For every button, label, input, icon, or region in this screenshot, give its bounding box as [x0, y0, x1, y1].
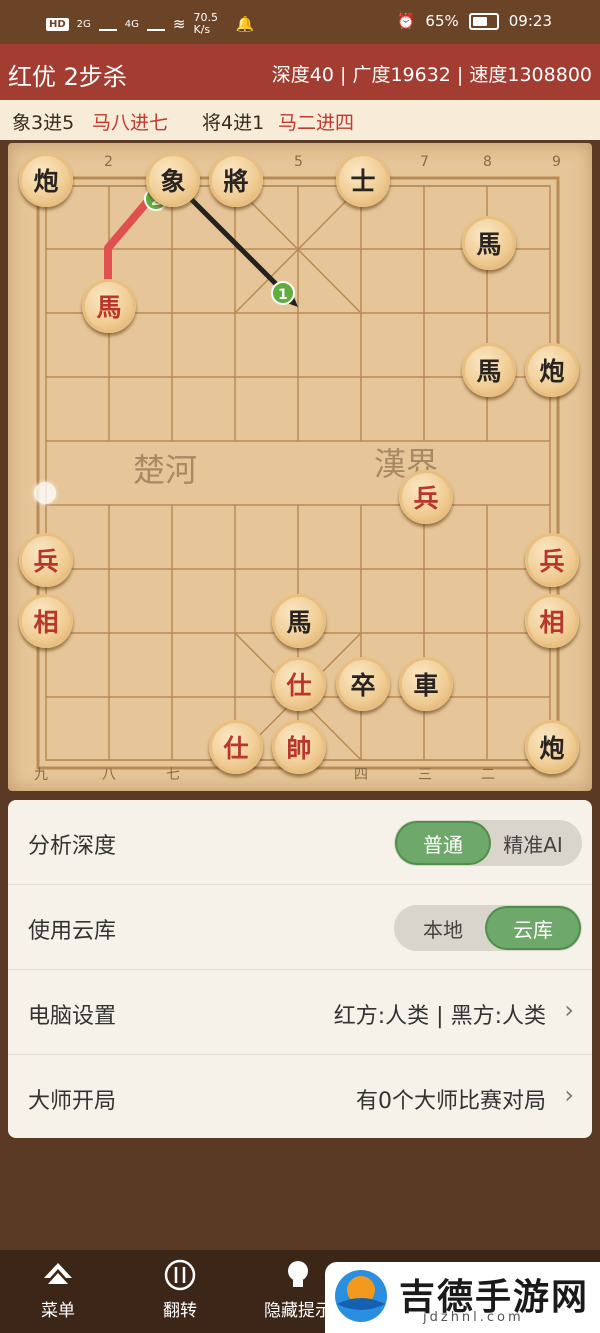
red-elephant[interactable]: 相 [525, 594, 579, 648]
site-watermark: 吉德手游网 jdzhnl.com [325, 1262, 600, 1333]
chevron-right-icon: › [564, 1081, 574, 1109]
computer-settings-label: 电脑设置 [28, 1004, 117, 1029]
master-openings-value: 有0个大师比赛对局 [356, 1089, 546, 1114]
move-3[interactable]: 将4进1 [202, 108, 264, 135]
black-cannon[interactable]: 炮 [19, 153, 73, 207]
battery-icon [468, 12, 499, 30]
move-2[interactable]: 马八进七 [92, 108, 168, 135]
lightbulb-icon [288, 1261, 308, 1287]
menu-icon [44, 1263, 72, 1284]
black-pawn[interactable]: 卒 [336, 657, 390, 711]
file-number-bottom: 三 [418, 767, 432, 783]
depth-normal-option[interactable]: 普通 [397, 823, 489, 863]
cloud-library-label: 使用云库 [28, 919, 117, 944]
depth-precise-ai-option[interactable]: 精准AI [487, 823, 579, 863]
hd-indicator: HD [46, 17, 69, 31]
analysis-depth-row: 分析深度 普通 精准AI [8, 800, 592, 885]
file-number-top: 2 [104, 154, 113, 170]
analysis-depth-label: 分析深度 [28, 834, 117, 859]
move-4[interactable]: 马二进四 [278, 108, 354, 135]
alarm-icon: ⏰ [396, 12, 416, 30]
red-general[interactable]: 帥 [272, 720, 326, 774]
move-sequence: 象3进5 马八进七 将4进1 马二进四 [0, 100, 600, 140]
search-stats: 深度40 | 广度19632 | 速度1308800 [271, 64, 592, 86]
clock: 09:23 [508, 12, 552, 30]
notification-bell-icon: 🔔 [235, 15, 255, 33]
master-openings-row[interactable]: 大师开局 有0个大师比赛对局 › [8, 1055, 592, 1139]
file-number-bottom: 七 [166, 767, 180, 783]
black-horse[interactable]: 馬 [272, 594, 326, 648]
title-bar: 红优 2步杀 深度40 | 广度19632 | 速度1308800 [0, 44, 600, 100]
file-number-bottom: 八 [102, 767, 116, 783]
black-horse[interactable]: 馬 [462, 343, 516, 397]
flip-button[interactable]: 翻转 [140, 1258, 220, 1321]
battery-percent: 65% [425, 12, 459, 30]
cloud-library-toggle[interactable]: 本地 云库 [394, 905, 582, 951]
watermark-url: jdzhnl.com [423, 1310, 524, 1325]
red-soldier[interactable]: 兵 [525, 533, 579, 587]
cloud-option[interactable]: 云库 [487, 908, 579, 948]
black-advisor[interactable]: 士 [336, 153, 390, 207]
floating-assist-button[interactable] [34, 482, 56, 504]
menu-button[interactable]: 菜单 [18, 1258, 98, 1321]
black-cannon[interactable]: 炮 [525, 343, 579, 397]
black-general[interactable]: 將 [209, 153, 263, 207]
signal-icon [98, 17, 117, 31]
cloud-library-row: 使用云库 本地 云库 [8, 885, 592, 970]
sim2-label: 4G [124, 18, 139, 30]
sim1-label: 2G [76, 18, 91, 30]
river-left-text: 楚河 [133, 451, 197, 489]
black-chariot[interactable]: 車 [399, 657, 453, 711]
red-horse[interactable]: 馬 [82, 279, 136, 333]
local-option[interactable]: 本地 [397, 908, 489, 948]
chevron-right-icon: › [564, 996, 574, 1024]
red-advisor[interactable]: 仕 [272, 657, 326, 711]
black-horse[interactable]: 馬 [462, 216, 516, 270]
file-number-bottom: 二 [481, 767, 495, 783]
red-elephant[interactable]: 相 [19, 594, 73, 648]
signal-icon-2 [146, 17, 165, 31]
menu-label: 菜单 [41, 1301, 75, 1321]
move-1[interactable]: 象3进5 [12, 108, 74, 135]
master-openings-label: 大师开局 [28, 1089, 117, 1114]
net-speed: 70.5 K/s [193, 11, 219, 36]
file-number-bottom: 九 [34, 767, 48, 783]
wifi-icon: ≋ [172, 15, 186, 33]
chess-board[interactable]: 2 5 7 8 9 九 八 七 四 三 二 楚河 漢界 1 2 炮 象 將 士 … [8, 143, 592, 791]
flip-icon [164, 1259, 196, 1291]
file-number-top: 5 [294, 154, 303, 170]
file-number-top: 9 [552, 154, 561, 170]
file-number-bottom: 四 [354, 767, 368, 783]
red-soldier[interactable]: 兵 [399, 470, 453, 524]
red-soldier[interactable]: 兵 [19, 533, 73, 587]
hide-hint-label: 隐藏提示 [264, 1301, 332, 1321]
file-number-top: 8 [483, 154, 492, 170]
settings-panel: 分析深度 普通 精准AI 使用云库 本地 云库 电脑设置 红方:人类 | 黑方:… [8, 800, 592, 1138]
red-advisor[interactable]: 仕 [209, 720, 263, 774]
flip-label: 翻转 [163, 1301, 197, 1321]
site-logo-icon [335, 1270, 387, 1322]
status-bar: HD 2G 4G ≋ 70.5 K/s 🔔 ⏰ 65% 09:23 [0, 0, 600, 44]
hint-marker-1-label: 1 [278, 287, 288, 303]
computer-settings-value: 红方:人类 | 黑方:人类 [333, 1004, 546, 1029]
file-number-top: 7 [420, 154, 429, 170]
analysis-depth-toggle[interactable]: 普通 精准AI [394, 820, 582, 866]
black-elephant[interactable]: 象 [146, 153, 200, 207]
black-cannon[interactable]: 炮 [525, 720, 579, 774]
puzzle-title: 红优 2步杀 [8, 63, 127, 91]
computer-settings-row[interactable]: 电脑设置 红方:人类 | 黑方:人类 › [8, 970, 592, 1055]
